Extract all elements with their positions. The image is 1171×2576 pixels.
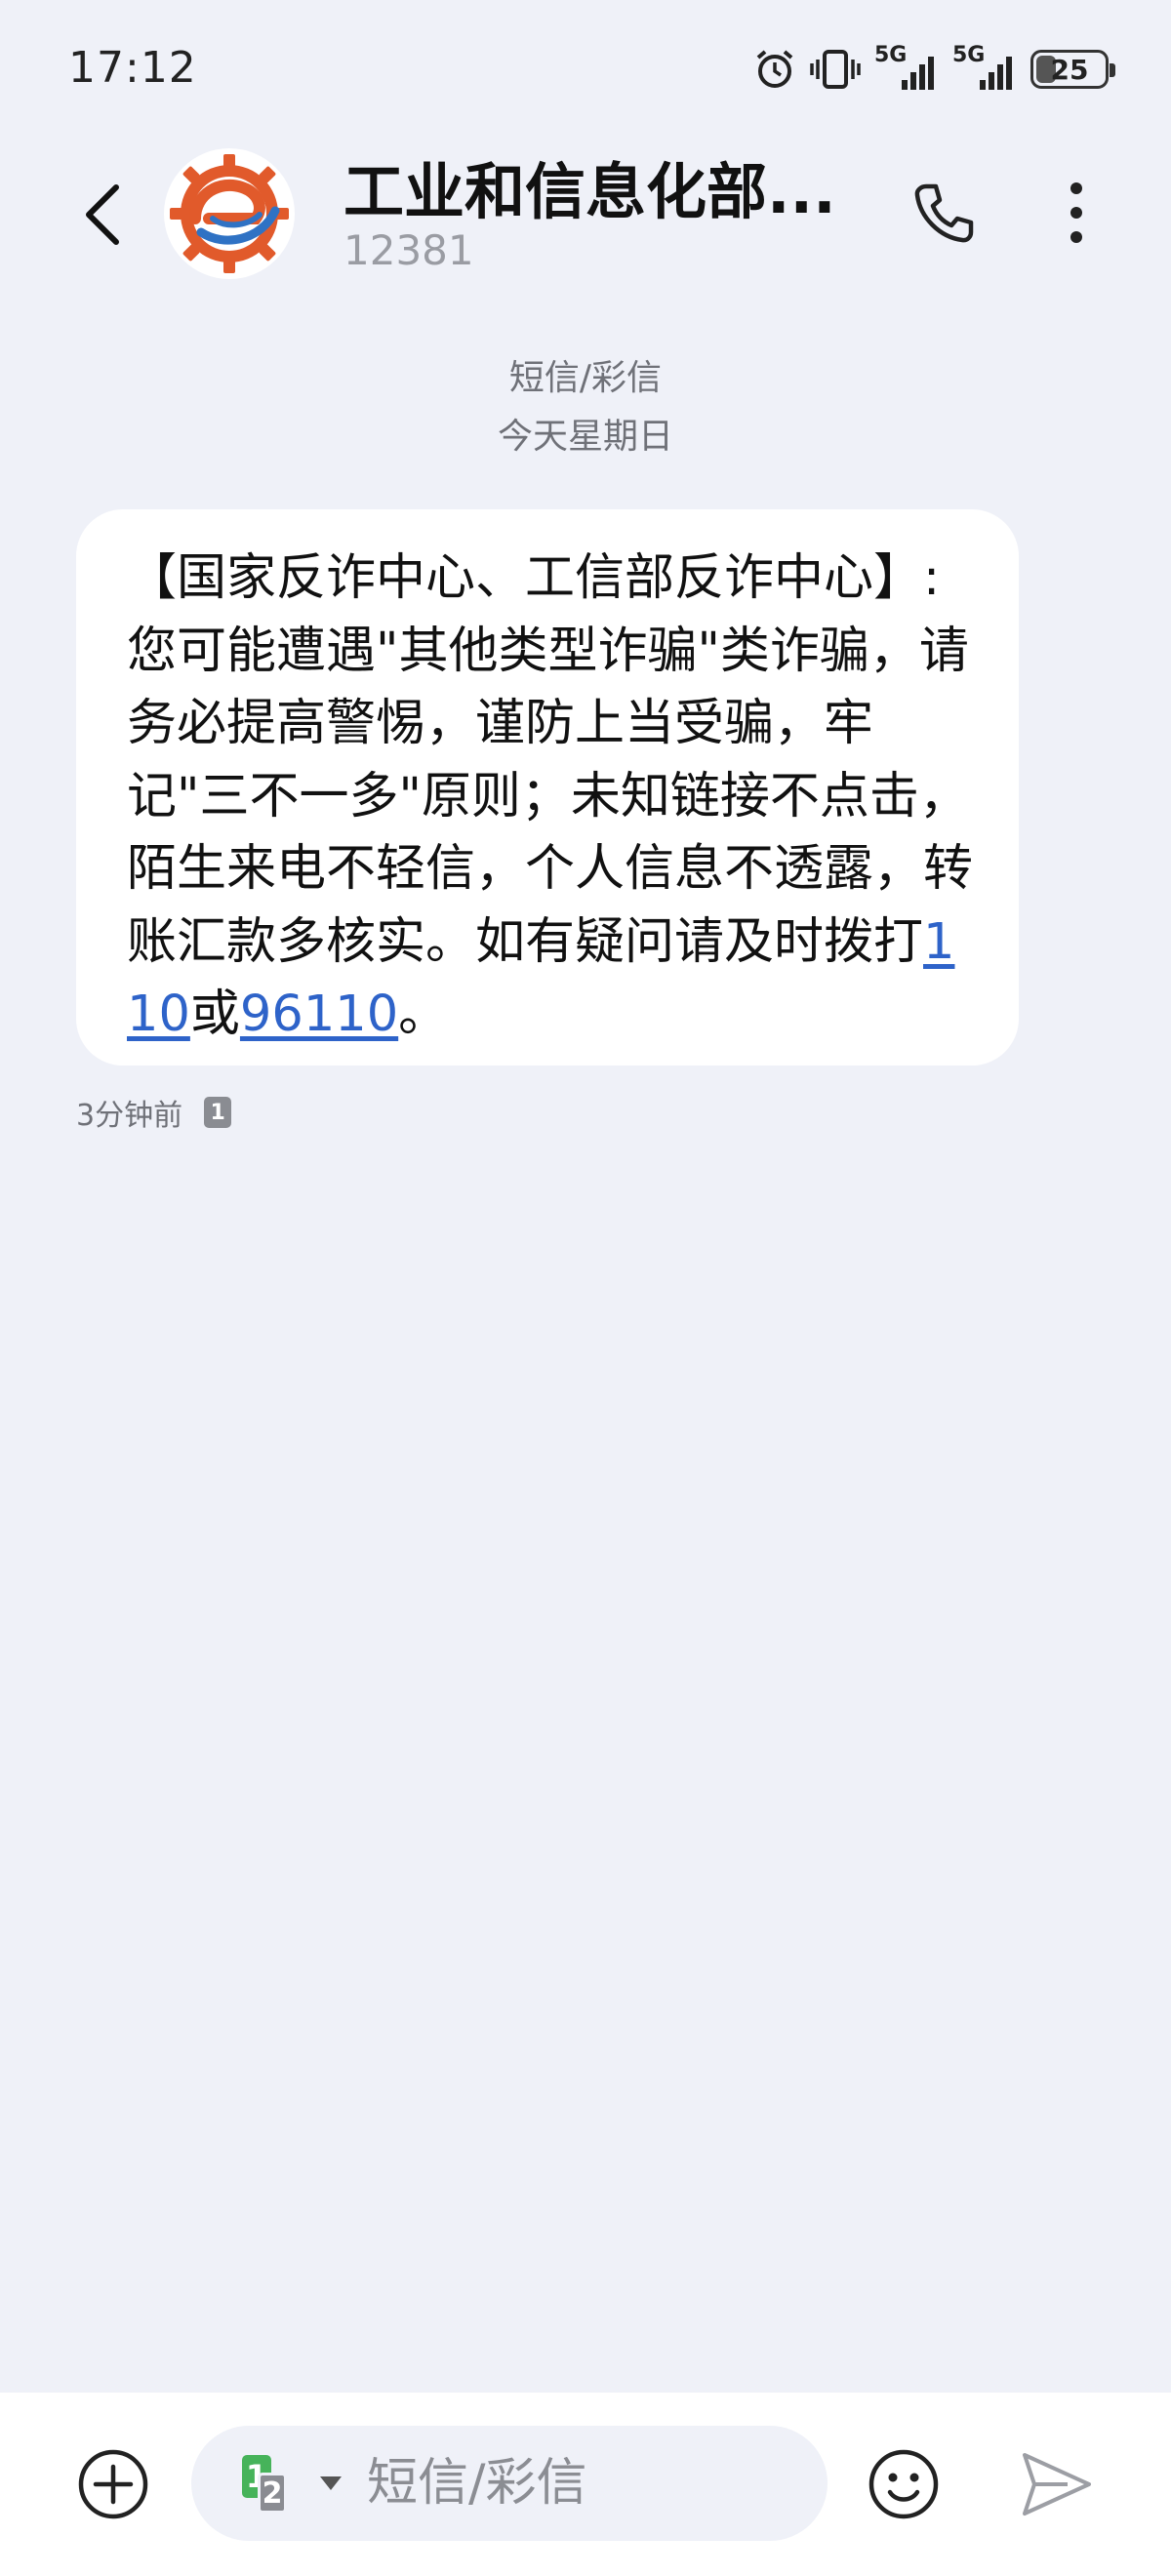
message-time: 3分钟前 [76,1099,183,1133]
emoji-icon [868,2449,939,2519]
more-vertical-icon [1070,182,1082,243]
plus-circle-icon [78,2449,148,2519]
message-body: 【国家反诈中心、工信部反诈中心】: 您可能遭遇"其他类型诈骗"类诈骗，请务必提高… [127,549,974,971]
conversation-date: 今天星期日 [497,417,673,457]
message-end: 。 [398,986,449,1043]
phone-icon [914,183,974,243]
sim-badge: 1 [204,1097,232,1128]
signal-strength-2: 5G [952,43,1017,92]
alarm-icon [756,50,793,88]
compose-bar: 1 2 [0,2393,1171,2576]
message-connector: 或 [189,986,240,1043]
battery-indicator: 25 [1030,50,1115,89]
conversation-header: 工业和信息化部... 12381 [0,137,1171,293]
message-input[interactable] [367,2449,796,2517]
ministry-logo-icon [170,154,289,273]
add-attachment-button[interactable] [76,2447,150,2521]
emoji-button[interactable] [865,2445,943,2523]
battery-level: 25 [1050,53,1089,86]
signal-icon [980,57,1012,90]
message-type-label: 短信/彩信 [508,358,663,398]
call-button[interactable] [906,174,984,252]
sim-switch-button[interactable]: 1 2 [242,2455,330,2514]
phone-link-96110[interactable]: 96110 [240,986,398,1043]
contact-number: 12381 [343,226,474,274]
chevron-down-icon[interactable] [320,2476,342,2490]
contact-avatar[interactable] [164,148,295,279]
back-icon [86,184,119,245]
send-button[interactable] [1017,2445,1095,2523]
signal-strength-1: 5G [874,43,939,92]
message-input-container: 1 2 [191,2426,828,2541]
message-text: 【国家反诈中心、工信部反诈中心】: 您可能遭遇"其他类型诈骗"类诈骗，请务必提高… [127,543,980,1052]
vibrate-icon [810,50,861,89]
status-bar: 17:12 5G 5G 25 [0,0,1171,146]
signal-icon [902,57,934,90]
message-bubble[interactable]: 【国家反诈中心、工信部反诈中心】: 您可能遭遇"其他类型诈骗"类诈骗，请务必提高… [76,509,1019,1066]
contact-name[interactable]: 工业和信息化部... [343,142,836,230]
status-time: 17:12 [68,43,197,93]
more-options-button[interactable] [1042,174,1110,252]
back-button[interactable] [68,176,137,254]
message-meta: 3分钟前 1 [76,1091,232,1134]
send-icon [1023,2453,1091,2516]
status-icons: 5G 5G 25 [753,43,1115,94]
sim2-badge: 2 [258,2473,287,2514]
